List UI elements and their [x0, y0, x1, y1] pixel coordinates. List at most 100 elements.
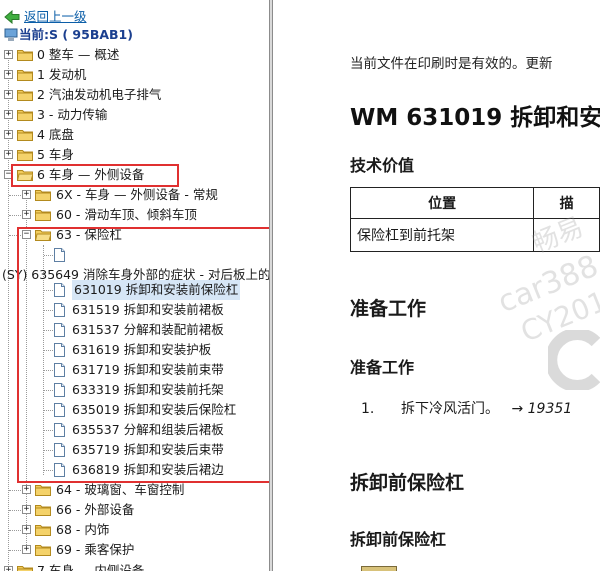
- tree-item-label[interactable]: 3 - 动力传输: [37, 105, 107, 125]
- tree-connector: [9, 235, 21, 236]
- expand-toggle-icon[interactable]: +: [22, 545, 31, 554]
- tree-item[interactable]: +4 底盘: [0, 125, 269, 145]
- tree-document[interactable]: 636819 拆卸和安装后裙边: [0, 460, 269, 480]
- current-location-label: 当前:S ( 95BAB1): [19, 27, 133, 42]
- tree-item-label[interactable]: 631619 拆卸和安装护板: [72, 340, 211, 360]
- tree-document[interactable]: 635019 拆卸和安装后保险杠: [0, 400, 269, 420]
- tree-subitem[interactable]: +60 - 滑动车顶、倾斜车顶: [0, 205, 269, 225]
- tree-item-label[interactable]: 0 整车 — 概述: [37, 45, 119, 65]
- tree-item-label[interactable]: 1 发动机: [37, 65, 86, 85]
- tree-connector: [9, 195, 21, 196]
- remove-heading: 拆卸前保险杠: [350, 472, 465, 494]
- tree-connector: [44, 310, 53, 311]
- step-reference-link[interactable]: → 19351: [511, 401, 572, 417]
- table-header-row: 位置 描: [349, 187, 600, 219]
- expand-toggle-icon[interactable]: +: [4, 110, 13, 119]
- tree-subitem[interactable]: − 63 - 保险杠: [0, 225, 269, 245]
- tech-values-table: 位置 描 保险杠到前托架: [349, 187, 600, 252]
- tree-document[interactable]: 631019 拆卸和安装前保险杠: [0, 280, 269, 300]
- expand-toggle-icon[interactable]: +: [4, 566, 13, 571]
- tree-subitem[interactable]: +66 - 外部设备: [0, 500, 269, 520]
- tree-item[interactable]: +3 - 动力传输: [0, 105, 269, 125]
- tree-item-label[interactable]: 635719 拆卸和安装后束带: [72, 440, 224, 460]
- tree-item-label[interactable]: 4 底盘: [37, 125, 74, 145]
- tree-item-label[interactable]: 68 - 内饰: [56, 520, 109, 540]
- expand-toggle-icon[interactable]: +: [22, 525, 31, 534]
- back-link[interactable]: 返回上一级: [24, 7, 87, 27]
- preparation-subheading: 准备工作: [350, 358, 415, 377]
- tree-item-label[interactable]: 7 车身 — 内侧设备: [37, 561, 144, 571]
- tree-connector: [44, 330, 53, 331]
- expand-toggle-icon[interactable]: +: [4, 90, 13, 99]
- tree-item[interactable]: +1 发动机: [0, 65, 269, 85]
- tree-item[interactable]: +7 车身 — 内侧设备: [0, 561, 269, 571]
- tree-subitem[interactable]: +64 - 玻璃窗、车窗控制: [0, 480, 269, 500]
- tree-subitem[interactable]: +69 - 乘客保护: [0, 540, 269, 560]
- tree-item-label[interactable]: 64 - 玻璃窗、车窗控制: [56, 480, 184, 500]
- tree-item[interactable]: +0 整车 — 概述: [0, 45, 269, 65]
- tree-item[interactable]: − 6 车身 — 外侧设备: [0, 165, 269, 185]
- table-cell: [533, 218, 600, 252]
- tree-item-label[interactable]: 66 - 外部设备: [56, 500, 134, 520]
- tree-item-label[interactable]: 6 车身 — 外侧设备: [37, 165, 144, 185]
- tree-document[interactable]: 633319 拆卸和安装前托架: [0, 380, 269, 400]
- tree-item-label[interactable]: 631019 拆卸和安装前保险杠: [72, 280, 241, 300]
- tree-item-label[interactable]: 631537 分解和装配前裙板: [72, 320, 224, 340]
- expand-toggle-icon[interactable]: +: [4, 130, 13, 139]
- tree-connector: [44, 470, 53, 471]
- step-text: 拆下冷风活门。: [401, 401, 499, 417]
- expand-toggle-icon[interactable]: +: [22, 505, 31, 514]
- expand-toggle-icon[interactable]: +: [22, 210, 31, 219]
- tree-item-label[interactable]: 60 - 滑动车顶、倾斜车顶: [56, 205, 197, 225]
- table-row: 保险杠到前托架: [349, 218, 600, 252]
- tree-connector: [44, 350, 53, 351]
- figure-thumbnail: [361, 566, 397, 571]
- tree-document[interactable]: 635537 分解和组装后裙板: [0, 420, 269, 440]
- tree-document[interactable]: 631537 分解和装配前裙板: [0, 320, 269, 340]
- expand-toggle-icon[interactable]: +: [22, 190, 31, 199]
- tree-item-label[interactable]: 6X - 车身 — 外侧设备 - 常规: [56, 185, 218, 205]
- tree-item-label[interactable]: 635537 分解和组装后裙板: [72, 420, 224, 440]
- tree-item-label[interactable]: 635019 拆卸和安装后保险杠: [72, 400, 236, 420]
- tree-item-label[interactable]: 63 - 保险杠: [56, 225, 122, 245]
- step-number: 1.: [361, 401, 375, 417]
- step-item: 1. 拆下冷风活门。 → 19351: [361, 398, 572, 418]
- remove-subheading: 拆卸前保险杠: [350, 530, 447, 549]
- watermark-logo-icon: [548, 330, 600, 390]
- tree-document[interactable]: 635719 拆卸和安装后束带: [0, 440, 269, 460]
- collapse-toggle-icon[interactable]: −: [4, 170, 13, 179]
- tree-item-label[interactable]: 69 - 乘客保护: [56, 540, 134, 560]
- tree-item-label[interactable]: 2 汽油发动机电子排气: [37, 85, 161, 105]
- expand-toggle-icon[interactable]: +: [4, 70, 13, 79]
- tree-item[interactable]: +5 车身: [0, 145, 269, 165]
- expand-toggle-icon[interactable]: +: [4, 150, 13, 159]
- tree-connector: [44, 450, 53, 451]
- tree-subitem[interactable]: +6X - 车身 — 外侧设备 - 常规: [0, 185, 269, 205]
- tree-document[interactable]: 631519 拆卸和安装前裙板: [0, 300, 269, 320]
- expand-toggle-icon[interactable]: +: [22, 485, 31, 494]
- navigation-tree: 返回上一级 当前:S ( 95BAB1) +0 整车 — 概述 +1 发动机 +2 …: [0, 0, 269, 571]
- tree-item-label[interactable]: 5 车身: [37, 145, 74, 165]
- tree-connector: [9, 530, 21, 531]
- validity-note: 当前文件在印刷时是有效的。更新: [350, 56, 553, 72]
- tree-item-label[interactable]: 633319 拆卸和安装前托架: [72, 380, 224, 400]
- tree-item-label[interactable]: 631719 拆卸和安装前束带: [72, 360, 224, 380]
- collapse-toggle-icon[interactable]: −: [22, 230, 31, 239]
- tree-document[interactable]: 631719 拆卸和安装前束带: [0, 360, 269, 380]
- expand-toggle-icon[interactable]: +: [4, 50, 13, 59]
- tree-subitem[interactable]: +68 - 内饰: [0, 520, 269, 540]
- tech-values-heading: 技术价值: [350, 156, 415, 175]
- tree-connector: [44, 390, 53, 391]
- header-position: 位置: [349, 187, 535, 219]
- tree-connector: [44, 290, 53, 291]
- tree-document[interactable]: 631619 拆卸和安装护板: [0, 340, 269, 360]
- tree-connector: [44, 430, 53, 431]
- header-description: 描: [533, 187, 600, 219]
- computer-icon: [4, 28, 18, 41]
- tree-item-label[interactable]: 636819 拆卸和安装后裙边: [72, 460, 224, 480]
- tree-document[interactable]: [0, 245, 269, 265]
- tree-connector: [9, 550, 21, 551]
- tree-item[interactable]: +2 汽油发动机电子排气: [0, 85, 269, 105]
- tree-connector: [9, 510, 21, 511]
- tree-item-label[interactable]: 631519 拆卸和安装前裙板: [72, 300, 224, 320]
